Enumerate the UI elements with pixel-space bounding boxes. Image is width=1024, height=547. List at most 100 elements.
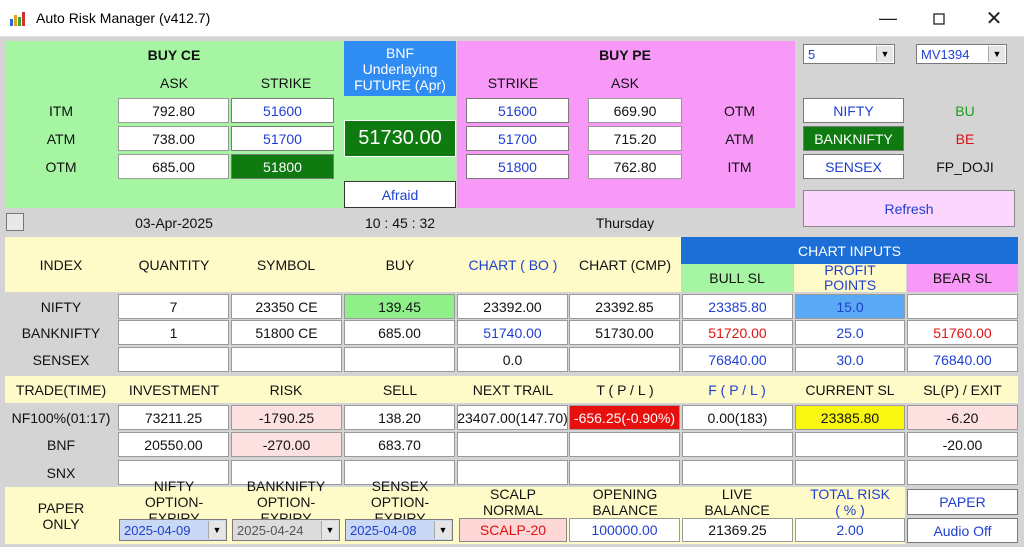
position-profit-points[interactable]: 30.0: [795, 347, 905, 372]
header-next-trail: NEXT TRAIL: [472, 381, 554, 398]
buy-pe-row-label: OTM: [723, 102, 756, 119]
header-chart-cmp: CHART (CMP): [578, 256, 672, 273]
header-slp-exit: SL(P) / EXIT: [923, 381, 1002, 398]
trade-risk: -270.00: [231, 432, 342, 457]
trade-tpl: [569, 460, 680, 485]
scalp-button[interactable]: SCALP-20: [459, 518, 567, 542]
lots-select[interactable]: 5 ▼: [803, 44, 895, 64]
buy-ce-ask-atm: 738.00: [118, 126, 229, 151]
trade-investment: 20550.00: [118, 432, 229, 457]
position-buy: [344, 347, 455, 372]
buy-pe-ask-atm: 715.20: [588, 126, 682, 151]
buy-ce-strike-otm-button[interactable]: 51800: [231, 154, 334, 179]
position-index: NIFTY: [40, 298, 82, 315]
buy-ce-row-label: ITM: [48, 102, 74, 119]
buy-ce-ask-header: ASK: [159, 75, 188, 91]
position-profit-points[interactable]: 25.0: [795, 320, 905, 345]
total-risk-value[interactable]: 2.00: [795, 518, 905, 542]
status-checkbox[interactable]: [6, 213, 24, 231]
dropdown-arrow-icon: ▼: [876, 46, 893, 62]
header-tpl: T ( P / L ): [596, 381, 654, 398]
buy-ce-strike-atm-button[interactable]: 51700: [231, 126, 334, 151]
trade-tpl: -656.25(-0.90%): [569, 405, 680, 430]
banknifty-button[interactable]: BANKNIFTY: [803, 126, 904, 151]
account-select-value: MV1394: [921, 46, 970, 62]
nifty-expiry-select[interactable]: 2025-04-09 ▼: [119, 519, 227, 541]
trade-slp-exit-button[interactable]: -20.00: [907, 432, 1018, 457]
nifty-expiry-value: 2025-04-09: [124, 522, 191, 538]
header-quantity: QUANTITY: [138, 256, 210, 273]
buy-pe-ask-itm: 762.80: [588, 154, 682, 179]
buy-pe-strike-atm-button[interactable]: 51700: [466, 126, 569, 151]
position-bear-sl[interactable]: [907, 294, 1018, 319]
underlying-price: 51730.00: [344, 120, 456, 157]
dropdown-arrow-icon: ▼: [208, 521, 225, 539]
status-date: 03-Apr-2025: [135, 215, 213, 231]
position-bull-sl[interactable]: 51720.00: [682, 320, 793, 345]
position-buy: 685.00: [344, 320, 455, 345]
trade-next-trail: [457, 460, 568, 485]
opening-balance-value[interactable]: 100000.00: [569, 518, 680, 542]
position-quantity[interactable]: 1: [118, 320, 229, 345]
title-bar: Auto Risk Manager (v412.7) — ✕: [0, 0, 1024, 37]
sensex-button[interactable]: SENSEX: [803, 154, 904, 179]
trade-sell: 683.70: [344, 432, 455, 457]
buy-pe-strike-otm-button[interactable]: 51600: [466, 98, 569, 123]
trade-tpl: [569, 432, 680, 457]
account-select[interactable]: MV1394 ▼: [916, 44, 1007, 64]
dropdown-arrow-icon: ▼: [321, 521, 338, 539]
buy-pe-title: BUY PE: [599, 47, 651, 63]
position-chart-cmp: 51730.00: [569, 320, 680, 345]
scalp-label: SCALP NORMAL: [483, 486, 543, 518]
trade-slp-exit-button[interactable]: [907, 460, 1018, 485]
refresh-button[interactable]: Refresh: [803, 190, 1015, 227]
trade-slp-exit-button[interactable]: -6.20: [907, 405, 1018, 430]
status-time: 10 : 45 : 32: [364, 215, 436, 231]
position-index: SENSEX: [32, 351, 90, 368]
trade-investment: 73211.25: [118, 405, 229, 430]
close-button[interactable]: ✕: [972, 0, 1016, 37]
position-quantity[interactable]: [118, 347, 229, 372]
buy-pe-strike-itm-button[interactable]: 51800: [466, 154, 569, 179]
maximize-icon: [933, 12, 945, 25]
position-bear-sl[interactable]: 76840.00: [907, 347, 1018, 372]
trade-fpl: [682, 460, 793, 485]
signal-bu: BU: [955, 102, 975, 119]
position-buy: 139.45: [344, 294, 455, 319]
buy-ce-strike-itm-button[interactable]: 51600: [231, 98, 334, 123]
trade-next-trail: [457, 432, 568, 457]
paper-button[interactable]: PAPER: [907, 489, 1018, 515]
position-chart-bo[interactable]: 23392.00: [457, 294, 568, 319]
header-trade-time: TRADE(TIME): [15, 381, 107, 398]
header-chart-inputs: CHART INPUTS: [681, 237, 1018, 264]
nifty-button[interactable]: NIFTY: [803, 98, 904, 123]
sentiment-button[interactable]: Afraid: [344, 181, 456, 208]
position-bull-sl[interactable]: 76840.00: [682, 347, 793, 372]
position-chart-bo[interactable]: 51740.00: [457, 320, 568, 345]
minimize-button[interactable]: —: [866, 0, 910, 37]
trade-fpl: 0.00(183): [682, 405, 793, 430]
position-profit-points[interactable]: 15.0: [795, 294, 905, 319]
buy-ce-strike-header: STRIKE: [260, 75, 312, 91]
trade-risk: -1790.25: [231, 405, 342, 430]
header-buy: BUY: [385, 256, 415, 273]
position-bull-sl[interactable]: 23385.80: [682, 294, 793, 319]
lots-select-value: 5: [808, 46, 816, 62]
maximize-button[interactable]: [917, 0, 961, 37]
header-sell: SELL: [382, 381, 418, 398]
banknifty-expiry-select[interactable]: 2025-04-24 ▼: [232, 519, 340, 541]
buy-ce-ask-itm: 792.80: [118, 98, 229, 123]
position-symbol: 51800 CE: [231, 320, 342, 345]
position-quantity[interactable]: 7: [118, 294, 229, 319]
audio-toggle-button[interactable]: Audio Off: [907, 518, 1018, 543]
banknifty-expiry-label: BANKNIFTY OPTION-EXPIRY: [246, 478, 326, 526]
position-chart-bo[interactable]: 0.0: [457, 347, 568, 372]
sensex-expiry-select[interactable]: 2025-04-08 ▼: [345, 519, 453, 541]
trade-time: BNF: [47, 436, 75, 453]
position-bear-sl[interactable]: 51760.00: [907, 320, 1018, 345]
sensex-expiry-label: SENSEX OPTION-EXPIRY: [370, 478, 430, 526]
live-balance-value: 21369.25: [682, 518, 793, 542]
dropdown-arrow-icon: ▼: [988, 46, 1005, 62]
header-symbol: SYMBOL: [256, 256, 316, 273]
header-current-sl: CURRENT SL: [805, 381, 895, 398]
